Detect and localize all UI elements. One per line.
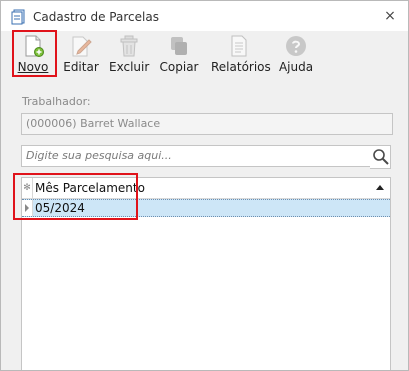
sort-ascending-icon[interactable] — [376, 185, 384, 190]
report-icon — [211, 34, 267, 58]
copy-icon — [159, 34, 199, 58]
relatorios-button[interactable]: Relatórios — [211, 34, 271, 78]
cell-mes-parcelamento: 05/2024 — [35, 201, 85, 215]
row-pointer-icon — [22, 200, 33, 216]
trabalhador-label: Trabalhador: — [22, 95, 91, 108]
trash-icon — [109, 34, 149, 58]
app-icon — [11, 9, 27, 25]
excluir-label: Excluir — [109, 60, 150, 74]
help-icon — [277, 34, 315, 58]
ajuda-button[interactable]: Ajuda — [277, 34, 315, 78]
header-indicator-icon: ✻ — [22, 178, 33, 198]
copiar-button[interactable]: Copiar — [159, 34, 199, 78]
grid-header: ✻ Mês Parcelamento — [22, 178, 390, 199]
relatorios-label: Relatórios — [211, 60, 271, 74]
search-input[interactable]: Digite sua pesquisa aqui... — [21, 145, 374, 167]
window-title: Cadastro de Parcelas — [33, 10, 159, 24]
excluir-button[interactable]: Excluir — [109, 34, 149, 78]
edit-pencil-icon — [63, 34, 99, 58]
copiar-label: Copiar — [159, 60, 199, 74]
toolbar: Novo Editar Excluir Copiar Relatórios Aj… — [1, 31, 408, 81]
table-row[interactable]: 05/2024 — [22, 199, 390, 217]
column-header-mes-parcelamento[interactable]: Mês Parcelamento — [35, 178, 145, 198]
cadastro-parcelas-window: Cadastro de Parcelas × Novo Editar Exclu… — [0, 0, 409, 371]
editar-button[interactable]: Editar — [63, 34, 99, 78]
ajuda-label: Ajuda — [278, 60, 314, 74]
novo-button[interactable]: Novo — [13, 34, 53, 78]
parcelas-grid: ✻ Mês Parcelamento 05/2024 — [21, 177, 391, 370]
new-document-icon — [13, 34, 53, 58]
title-bar: Cadastro de Parcelas × — [1, 1, 408, 31]
editar-label: Editar — [63, 60, 99, 74]
search-icon — [370, 147, 390, 167]
close-icon[interactable]: × — [382, 8, 398, 24]
trabalhador-field: (000006) Barret Wallace — [21, 113, 393, 135]
search-button[interactable] — [370, 145, 391, 169]
novo-label: Novo — [17, 60, 49, 74]
